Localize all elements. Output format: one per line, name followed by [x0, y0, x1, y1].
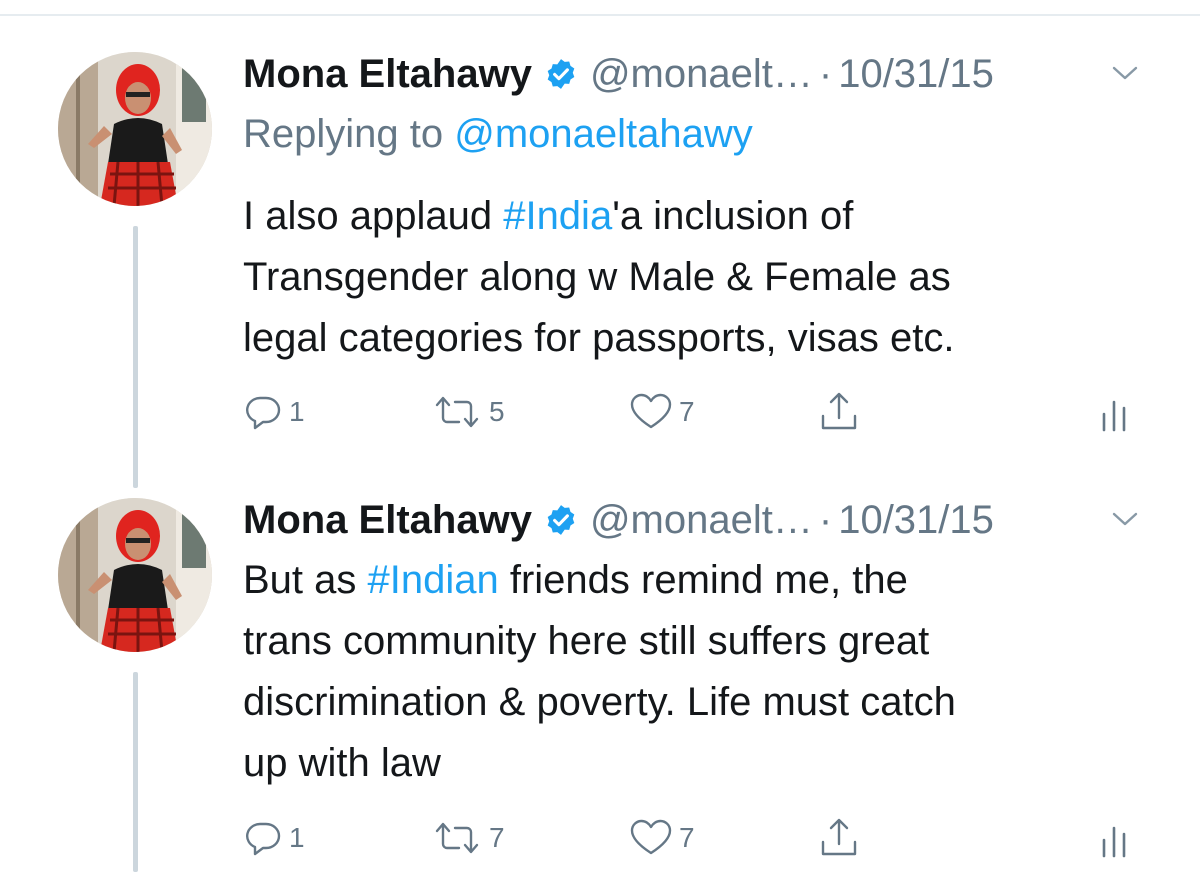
- share-button[interactable]: [817, 390, 861, 434]
- tweet[interactable]: Mona Eltahawy @monaelt… · 10/31/15 Reply…: [0, 44, 1200, 464]
- chevron-down-icon[interactable]: [1110, 58, 1140, 88]
- reply-bubble-icon: [246, 396, 281, 430]
- display-name[interactable]: Mona Eltahawy: [243, 498, 532, 543]
- retweet-arrows-icon: [435, 396, 479, 428]
- retweet-count: 5: [489, 396, 505, 427]
- tweet-header: Mona Eltahawy @monaelt… · 10/31/15: [243, 44, 994, 104]
- like-count: 7: [679, 822, 695, 853]
- analytics-button[interactable]: [1099, 816, 1131, 860]
- user-handle[interactable]: @monaelt…: [590, 52, 813, 97]
- tweet[interactable]: Mona Eltahawy @monaelt… · 10/31/15 But a…: [0, 490, 1200, 872]
- avatar[interactable]: [58, 52, 212, 206]
- top-divider: [0, 14, 1200, 16]
- tweet-actions: 1 5 7: [243, 390, 1143, 434]
- avatar-photo: [58, 52, 212, 206]
- avatar[interactable]: [58, 498, 212, 652]
- share-button[interactable]: [817, 816, 861, 860]
- like-button[interactable]: 7: [629, 816, 695, 860]
- retweet-count: 7: [489, 822, 505, 853]
- text-segment: But as: [243, 558, 368, 602]
- tweet-text-line: trans community here still suffers great: [243, 619, 930, 663]
- analytics-button[interactable]: [1099, 390, 1131, 434]
- reply-mention-link[interactable]: @monaeltahawy: [454, 112, 753, 156]
- reply-count: 1: [289, 396, 305, 427]
- tweet-header: Mona Eltahawy @monaelt… · 10/31/15: [243, 490, 994, 550]
- tweet-text-line: I also applaud #India'a inclusion of: [243, 186, 1143, 247]
- heart-outline-icon: [630, 819, 672, 855]
- tweet-text-line: up with law: [243, 741, 441, 785]
- reply-count: 1: [289, 822, 305, 853]
- reply-button[interactable]: 1: [243, 816, 305, 860]
- replying-to-prefix: Replying to: [243, 112, 455, 156]
- replying-to: Replying to @monaeltahawy: [243, 112, 753, 157]
- verified-badge-icon: [547, 505, 575, 535]
- like-count: 7: [679, 396, 695, 427]
- verified-badge-icon: [547, 59, 575, 89]
- user-handle[interactable]: @monaelt…: [590, 498, 813, 543]
- tweet-actions: 1 7 7: [243, 816, 1143, 860]
- hashtag-link[interactable]: #India: [503, 194, 612, 238]
- header-separator: ·: [818, 497, 833, 542]
- tweet-date[interactable]: 10/31/15: [838, 52, 994, 97]
- tweet-text-line: discrimination & poverty. Life must catc…: [243, 680, 956, 724]
- retweet-button[interactable]: 7: [431, 816, 505, 860]
- retweet-button[interactable]: 5: [431, 390, 505, 434]
- analytics-bars-icon: [1102, 400, 1126, 432]
- heart-outline-icon: [630, 393, 672, 429]
- retweet-arrows-icon: [435, 822, 479, 854]
- chevron-down-icon[interactable]: [1110, 504, 1140, 534]
- tweet-text-line: legal categories for passports, visas et…: [243, 316, 955, 360]
- share-upload-icon: [821, 392, 857, 430]
- text-segment: I also applaud: [243, 194, 504, 238]
- tweet-text: I also applaud #India'a inclusion of Tra…: [243, 186, 1143, 369]
- display-name[interactable]: Mona Eltahawy: [243, 52, 532, 97]
- analytics-bars-icon: [1102, 826, 1126, 858]
- header-separator: ·: [818, 51, 833, 96]
- tweet-text-line: Transgender along w Male & Female as: [243, 255, 951, 299]
- reply-bubble-icon: [246, 822, 281, 856]
- avatar-photo: [58, 498, 212, 652]
- tweet-date[interactable]: 10/31/15: [838, 498, 994, 543]
- text-segment: friends remind me, the: [498, 558, 908, 602]
- hashtag-link[interactable]: #Indian: [368, 558, 499, 602]
- tweet-text: But as #Indian friends remind me, the tr…: [243, 550, 1143, 794]
- like-button[interactable]: 7: [629, 390, 695, 434]
- share-upload-icon: [821, 818, 857, 856]
- text-segment: 'a inclusion of: [612, 194, 854, 238]
- tweet-text-line: But as #Indian friends remind me, the: [243, 550, 1143, 611]
- reply-button[interactable]: 1: [243, 390, 305, 434]
